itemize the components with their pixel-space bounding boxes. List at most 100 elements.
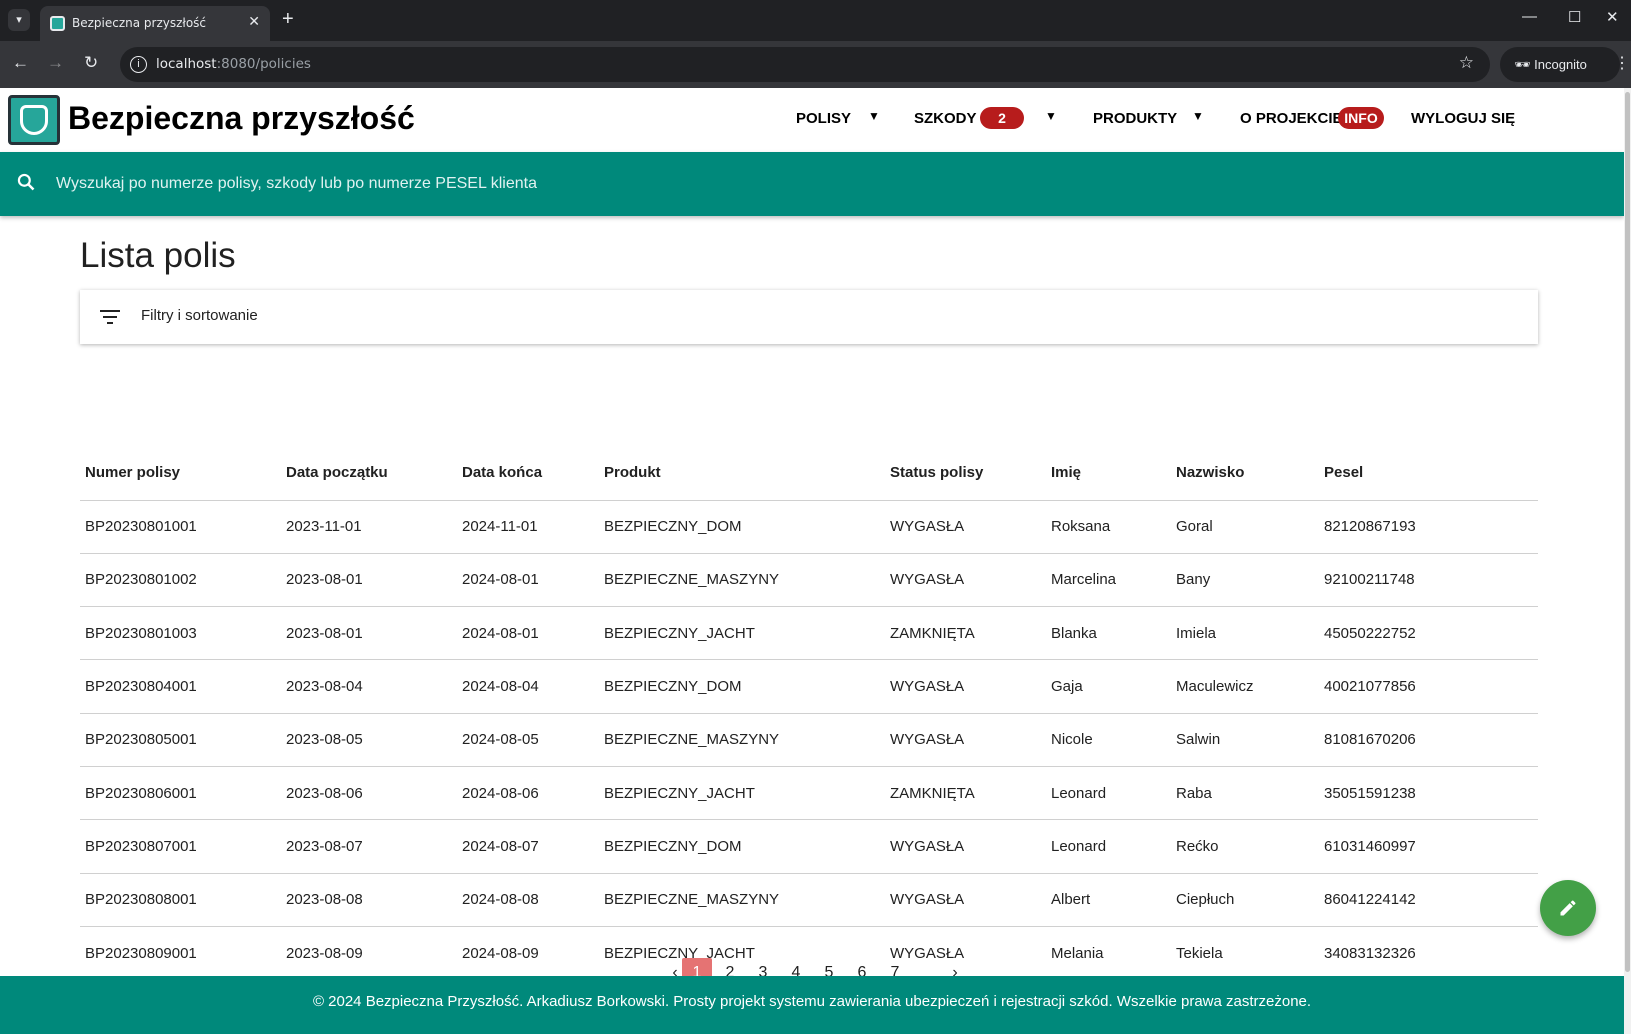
col-end-date-cell: 2024-08-06 <box>457 766 599 821</box>
col-policy-number-cell: BP20230807001 <box>80 819 281 874</box>
col-last-name-cell: Raba <box>1171 766 1319 821</box>
col-pesel-header: Pesel <box>1319 445 1538 501</box>
col-policy-number-header: Numer polisy <box>80 445 281 501</box>
col-end-date-cell: 2024-08-05 <box>457 713 599 767</box>
col-policy-number-cell: BP20230809001 <box>80 926 281 981</box>
col-policy-number-cell: BP20230801002 <box>80 553 281 608</box>
nav-policies[interactable]: POLISY <box>796 110 851 127</box>
back-icon[interactable]: ← <box>12 53 29 73</box>
address-bar[interactable]: i localhost:8080/policies ☆ <box>120 47 1490 82</box>
col-pesel-cell: 35051591238 <box>1319 766 1538 821</box>
site-info-icon[interactable]: i <box>130 56 147 73</box>
col-pesel-cell: 40021077856 <box>1319 659 1538 714</box>
col-start-date-cell: 2023-08-09 <box>281 926 457 981</box>
nav-claims[interactable]: SZKODY <box>914 110 977 127</box>
chevron-down-icon[interactable]: ▼ <box>868 109 880 123</box>
col-start-date-cell: 2023-08-07 <box>281 819 457 874</box>
col-start-date-cell: 2023-08-01 <box>281 606 457 661</box>
search-input[interactable] <box>56 168 1456 200</box>
col-status-cell: WYGASŁA <box>885 819 1046 874</box>
col-first-name-cell: Roksana <box>1046 500 1171 554</box>
info-badge: INFO <box>1338 107 1384 129</box>
col-status-cell: WYGASŁA <box>885 659 1046 714</box>
col-start-date-cell: 2023-08-04 <box>281 659 457 714</box>
col-end-date-header: Data końca <box>457 445 599 501</box>
col-status-cell: WYGASŁA <box>885 500 1046 554</box>
col-status-cell: WYGASŁA <box>885 553 1046 608</box>
col-policy-number-cell: BP20230801001 <box>80 500 281 554</box>
pencil-icon <box>1560 900 1576 916</box>
chevron-down-icon[interactable]: ▼ <box>1045 109 1057 123</box>
tab-title: Bezpieczna przyszłość <box>72 16 207 30</box>
footer: © 2024 Bezpieczna Przyszłość. Arkadiusz … <box>0 976 1624 1034</box>
nav-products[interactable]: PRODUKTY <box>1093 110 1177 127</box>
nav-about[interactable]: O PROJEKCIE <box>1240 110 1343 127</box>
col-start-date-cell: 2023-11-01 <box>281 500 457 554</box>
maximize-icon[interactable]: ☐ <box>1568 8 1581 26</box>
table-row[interactable]: BP20230805001 2023-08-05 2024-08-05 BEZPIEC… <box>80 713 1538 767</box>
col-product-cell: BEZPIECZNE_MASZYNY <box>599 873 885 927</box>
table-row[interactable]: BP20230804001 2023-08-04 2024-08-04 BEZPIEC… <box>80 659 1538 714</box>
col-product-cell: BEZPIECZNY_DOM <box>599 819 885 874</box>
scrollbar-thumb[interactable] <box>1625 92 1630 972</box>
col-last-name-cell: Ciepłuch <box>1171 873 1319 927</box>
col-policy-number-cell: BP20230801003 <box>80 606 281 661</box>
col-last-name-cell: Tekiela <box>1171 926 1319 981</box>
page-title: Lista polis <box>80 236 236 275</box>
col-last-name-cell: Salwin <box>1171 713 1319 767</box>
table-row[interactable]: BP20230801003 2023-08-01 2024-08-01 BEZPIEC… <box>80 606 1538 661</box>
col-first-name-cell: Gaja <box>1046 659 1171 714</box>
favicon-icon <box>50 16 65 31</box>
col-policy-number-cell: BP20230805001 <box>80 713 281 767</box>
reload-icon[interactable]: ↻ <box>84 53 98 73</box>
bookmark-star-icon[interactable]: ☆ <box>1459 53 1474 73</box>
tab-search-icon[interactable]: ▾ <box>8 9 30 31</box>
col-start-date-cell: 2023-08-06 <box>281 766 457 821</box>
close-tab-icon[interactable]: ✕ <box>248 13 260 30</box>
col-status-cell: WYGASŁA <box>885 713 1046 767</box>
col-product-cell: BEZPIECZNY_DOM <box>599 659 885 714</box>
table-row[interactable]: BP20230806001 2023-08-06 2024-08-06 BEZPIEC… <box>80 766 1538 821</box>
col-first-name-cell: Melania <box>1046 926 1171 981</box>
edit-fab-button[interactable] <box>1540 880 1596 936</box>
col-end-date-cell: 2024-11-01 <box>457 500 599 554</box>
url-path: :8080/policies <box>216 56 311 72</box>
col-last-name-cell: Imiela <box>1171 606 1319 661</box>
col-first-name-cell: Leonard <box>1046 819 1171 874</box>
col-first-name-cell: Leonard <box>1046 766 1171 821</box>
new-tab-icon[interactable]: + <box>282 8 294 31</box>
url-host: localhost <box>156 56 217 72</box>
incognito-button[interactable]: 🕶 Incognito <box>1500 47 1620 82</box>
col-first-name-cell: Nicole <box>1046 713 1171 767</box>
app-viewport: Bezpieczna przyszłość POLISY ▼ SZKODY 2 … <box>0 88 1624 1034</box>
chevron-down-icon[interactable]: ▼ <box>1192 109 1204 123</box>
forward-icon[interactable]: → <box>47 53 64 73</box>
col-last-name-cell: Rećko <box>1171 819 1319 874</box>
table-row[interactable]: BP20230801002 2023-08-01 2024-08-01 BEZPIEC… <box>80 553 1538 608</box>
col-product-cell: BEZPIECZNY_JACHT <box>599 606 885 661</box>
minimize-icon[interactable]: — <box>1522 8 1537 25</box>
col-pesel-cell: 86041224142 <box>1319 873 1538 927</box>
col-product-cell: BEZPIECZNY_DOM <box>599 500 885 554</box>
shield-logo-icon[interactable] <box>8 95 60 145</box>
col-pesel-cell: 45050222752 <box>1319 606 1538 661</box>
brand-title[interactable]: Bezpieczna przyszłość <box>68 100 415 137</box>
filters-label: Filtry i sortowanie <box>141 307 258 324</box>
table-row[interactable]: BP20230801001 2023-11-01 2024-11-01 BEZPIEC… <box>80 500 1538 554</box>
col-start-date-cell: 2023-08-05 <box>281 713 457 767</box>
col-first-name-cell: Blanka <box>1046 606 1171 661</box>
search-icon[interactable] <box>16 172 36 192</box>
table-row[interactable]: BP20230808001 2023-08-08 2024-08-08 BEZPIEC… <box>80 873 1538 927</box>
col-policy-number-cell: BP20230806001 <box>80 766 281 821</box>
col-first-name-header: Imię <box>1046 445 1171 501</box>
browser-menu-icon[interactable]: ⋮ <box>1614 53 1630 73</box>
browser-tab[interactable]: Bezpieczna przyszłość ✕ <box>40 6 270 41</box>
filters-panel[interactable]: Filtry i sortowanie <box>80 290 1538 344</box>
col-first-name-cell: Albert <box>1046 873 1171 927</box>
col-policy-number-cell: BP20230808001 <box>80 873 281 927</box>
filter-list-icon <box>100 310 120 324</box>
nav-logout[interactable]: WYLOGUJ SIĘ <box>1411 110 1515 127</box>
col-product-cell: BEZPIECZNE_MASZYNY <box>599 713 885 767</box>
table-row[interactable]: BP20230807001 2023-08-07 2024-08-07 BEZPIEC… <box>80 819 1538 874</box>
close-window-icon[interactable]: ✕ <box>1606 8 1619 26</box>
